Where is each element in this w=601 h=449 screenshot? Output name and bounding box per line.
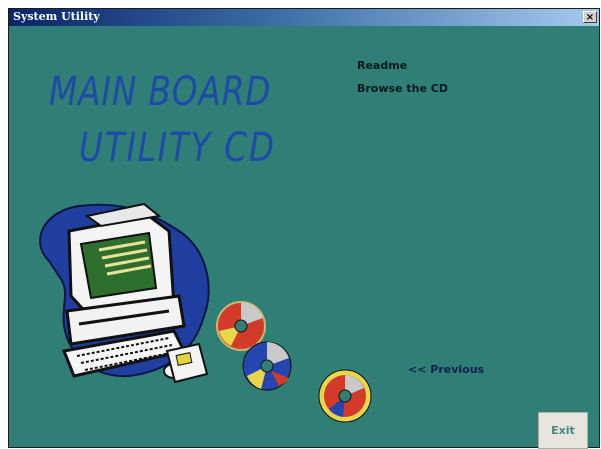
system-utility-window: System Utility × MAIN BOARD UTILITY CD R… [8, 8, 600, 449]
main-panel: MAIN BOARD UTILITY CD Readme Browse the … [9, 26, 599, 449]
title-bar[interactable]: System Utility × [9, 9, 599, 26]
previous-link[interactable]: << Previous [408, 363, 484, 376]
close-button[interactable]: × [583, 11, 597, 23]
exit-button[interactable]: Exit [538, 412, 588, 449]
cd-disc-icon [216, 301, 372, 423]
window-title: System Utility [13, 10, 100, 23]
close-icon: × [585, 12, 595, 23]
